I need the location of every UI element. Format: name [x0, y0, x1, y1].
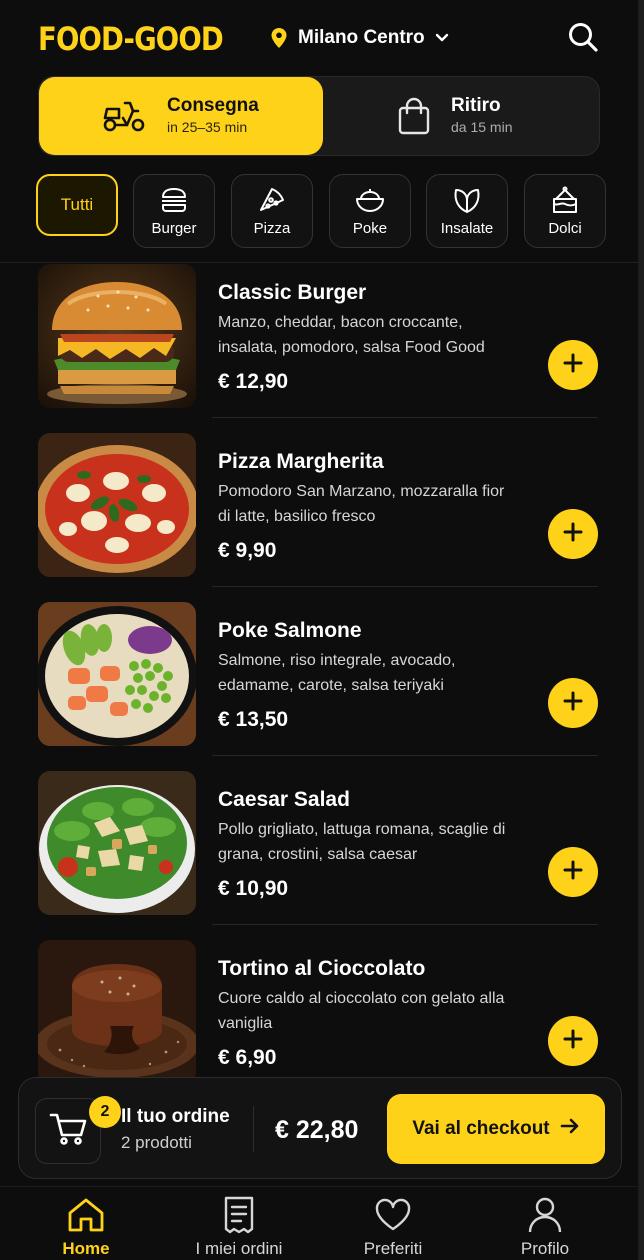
menu-item[interactable]: Pizza Margherita Pomodoro San Marzano, m…: [38, 433, 598, 602]
cart-divider: [253, 1106, 254, 1152]
category-insalate[interactable]: Insalate: [426, 174, 508, 248]
nav-label: Profilo: [520, 1239, 570, 1258]
category-label: Poke: [352, 219, 388, 237]
item-divider: [212, 417, 598, 418]
category-label: Dolci: [548, 219, 582, 237]
item-name: Tortino al Cioccolato: [218, 957, 426, 980]
search-icon: [567, 21, 599, 58]
category-label: Burger: [151, 219, 197, 237]
home-icon: [67, 1195, 105, 1235]
cart-count-badge: 2: [89, 1096, 121, 1128]
menu-item[interactable]: Caesar Salad Pollo grigliato, lattuga ro…: [38, 771, 598, 940]
nav-label: Home: [62, 1239, 110, 1258]
plus-icon: [562, 859, 584, 886]
delivery-option-title: Ritiro: [451, 95, 501, 116]
category-label: Insalate: [440, 219, 494, 237]
scooter-icon: [95, 96, 153, 136]
item-name: Caesar Salad: [218, 788, 350, 811]
item-divider: [212, 586, 598, 587]
category-label: Pizza: [253, 219, 291, 237]
add-to-cart-button[interactable]: [548, 340, 598, 390]
menu-list: Classic Burger Manzo, cheddar, bacon cro…: [38, 264, 598, 1109]
nav-orders[interactable]: I miei ordini: [174, 1195, 304, 1259]
plus-icon: [562, 352, 584, 379]
checkout-label: Vai al checkout: [412, 1118, 550, 1139]
chocolate-cake-photo: [38, 940, 196, 1084]
item-name: Poke Salmone: [218, 619, 362, 642]
chevron-down-icon: [435, 33, 449, 43]
item-divider: [212, 755, 598, 756]
location-pin-icon: [270, 27, 288, 49]
cart-icon: [49, 1112, 87, 1151]
delivery-option-subtitle: in 25–35 min: [167, 119, 248, 135]
pizza-slice-icon: [258, 186, 286, 214]
category-pizza[interactable]: Pizza: [231, 174, 313, 248]
category-burger[interactable]: Burger: [133, 174, 215, 248]
delivery-mode-toggle: Consegna in 25–35 min Ritiro da 15 min: [38, 76, 600, 156]
location-selector[interactable]: Milano Centro: [270, 27, 449, 49]
item-divider: [212, 924, 598, 925]
cart-item-count: 2 prodotti: [121, 1133, 192, 1152]
item-price: € 13,50: [218, 708, 289, 731]
pizza-photo: [38, 433, 196, 577]
app-logo[interactable]: FOOD-GOOD: [38, 20, 224, 58]
category-filters: Tutti Burger Pizza Poke Insalate Dolci: [36, 174, 608, 248]
plus-icon: [562, 1028, 584, 1055]
leaf-icon: [452, 186, 482, 214]
item-description: Manzo, cheddar, bacon croccante, insalat…: [218, 314, 485, 356]
cart-title: Il tuo ordine: [121, 1106, 230, 1127]
delivery-option-subtitle: da 15 min: [451, 119, 513, 135]
divider: [0, 262, 638, 263]
item-description: Cuore caldo al cioccolato con gelato all…: [218, 990, 505, 1032]
salad-photo: [38, 771, 196, 915]
cart-total: € 22,80: [275, 1116, 359, 1144]
nav-label: Preferiti: [363, 1239, 423, 1258]
category-dolci[interactable]: Dolci: [524, 174, 606, 248]
delivery-option-ritiro[interactable]: Ritiro da 15 min: [323, 77, 607, 155]
item-price: € 12,90: [218, 370, 289, 393]
item-description: Pomodoro San Marzano, mozzaralla fior di…: [218, 483, 505, 525]
cart-summary-bar: 2 Il tuo ordine 2 prodotti € 22,80 Vai a…: [18, 1077, 622, 1179]
arrow-right-icon: [560, 1117, 580, 1141]
nav-favorites[interactable]: Preferiti: [328, 1195, 458, 1259]
header: FOOD-GOOD Milano Centro: [38, 20, 600, 60]
item-price: € 6,90: [218, 1046, 277, 1069]
receipt-icon: [222, 1195, 256, 1235]
item-description: Pollo grigliato, lattuga romana, scaglie…: [218, 821, 506, 863]
delivery-option-title: Consegna: [167, 95, 259, 116]
menu-item[interactable]: Poke Salmone Salmone, riso integrale, av…: [38, 602, 598, 771]
app-screen: FOOD-GOOD Milano Centro Consegna in 25–3…: [0, 0, 644, 1260]
add-to-cart-button[interactable]: [548, 678, 598, 728]
bottom-nav: Home I miei ordini Preferiti Profilo: [0, 1186, 638, 1260]
plus-icon: [562, 521, 584, 548]
category-label: Tutti: [60, 195, 94, 214]
checkout-button[interactable]: Vai al checkout: [387, 1094, 605, 1164]
menu-item[interactable]: Classic Burger Manzo, cheddar, bacon cro…: [38, 264, 598, 433]
add-to-cart-button[interactable]: [548, 509, 598, 559]
item-description: Salmone, riso integrale, avocado, edamam…: [218, 652, 456, 694]
nav-profile[interactable]: Profilo: [480, 1195, 610, 1259]
location-label: Milano Centro: [298, 27, 425, 48]
item-name: Classic Burger: [218, 281, 367, 304]
category-tutti[interactable]: Tutti: [36, 174, 118, 236]
user-icon: [528, 1195, 562, 1235]
poke-photo: [38, 602, 196, 746]
bowl-icon: [355, 186, 385, 214]
plus-icon: [562, 690, 584, 717]
burger-photo: [38, 264, 196, 408]
nav-home[interactable]: Home: [21, 1195, 151, 1259]
shopping-bag-icon: [391, 96, 437, 136]
heart-icon: [374, 1195, 412, 1235]
cake-icon: [551, 186, 579, 214]
add-to-cart-button[interactable]: [548, 1016, 598, 1066]
item-price: € 10,90: [218, 877, 289, 900]
category-poke[interactable]: Poke: [329, 174, 411, 248]
item-price: € 9,90: [218, 539, 277, 562]
delivery-option-consegna[interactable]: Consegna in 25–35 min: [39, 77, 323, 155]
search-button[interactable]: [566, 22, 600, 56]
add-to-cart-button[interactable]: [548, 847, 598, 897]
item-name: Pizza Margherita: [218, 450, 384, 473]
nav-label: I miei ordini: [195, 1239, 283, 1258]
burger-icon: [160, 186, 188, 214]
